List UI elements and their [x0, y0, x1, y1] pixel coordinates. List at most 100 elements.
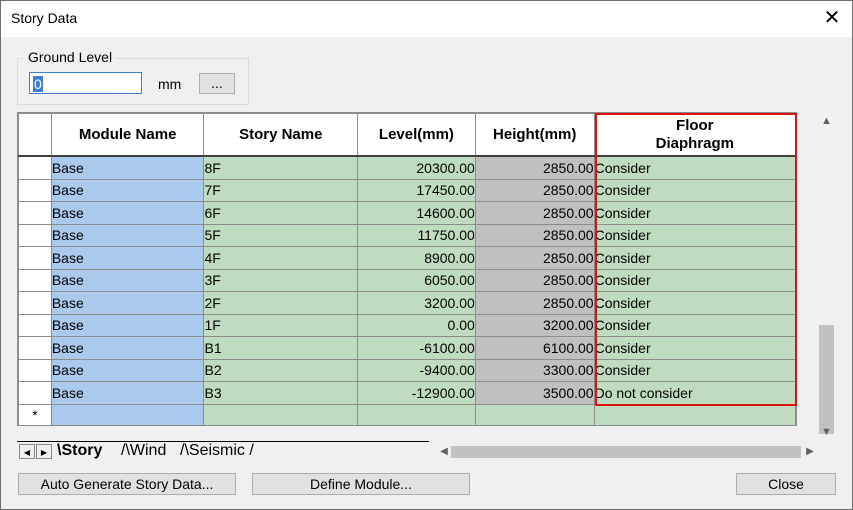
cell-floor-diaphragm[interactable]: Consider: [593, 223, 796, 247]
cell-module-name[interactable]: Base: [50, 201, 205, 225]
cell-height[interactable]: 2850.00: [474, 291, 595, 315]
cell-story-name[interactable]: 1F: [203, 313, 359, 337]
cell-story-name[interactable]: 6F: [203, 201, 359, 225]
cell-story-name[interactable]: 3F: [203, 268, 359, 292]
new-cell-height[interactable]: [474, 403, 595, 425]
header-floor-diaphragm[interactable]: Floor Diaphragm: [593, 113, 796, 157]
cell-level[interactable]: 0.00: [357, 313, 476, 337]
scroll-right-icon[interactable]: ▶: [803, 444, 817, 459]
vertical-scrollbar[interactable]: ▲ ▼: [817, 112, 836, 442]
cell-floor-diaphragm[interactable]: Consider: [593, 313, 796, 337]
cell-module-name[interactable]: Base: [50, 336, 205, 360]
vertical-scroll-thumb[interactable]: [819, 325, 834, 434]
header-module-name[interactable]: Module Name: [50, 113, 205, 157]
cell-height[interactable]: 2850.00: [474, 155, 595, 180]
cell-story-name[interactable]: 5F: [203, 223, 359, 247]
row-header[interactable]: [18, 246, 52, 270]
cell-floor-diaphragm[interactable]: Consider: [593, 358, 796, 382]
cell-story-name[interactable]: 8F: [203, 155, 359, 180]
cell-module-name[interactable]: Base: [50, 313, 205, 337]
tab-story-label: Story: [61, 442, 103, 459]
cell-story-name[interactable]: B3: [203, 381, 359, 405]
row-header[interactable]: [18, 336, 52, 360]
cell-floor-diaphragm[interactable]: Consider: [593, 246, 796, 270]
cell-module-name[interactable]: Base: [50, 246, 205, 270]
cell-height[interactable]: 2850.00: [474, 201, 595, 225]
row-header[interactable]: [18, 358, 52, 382]
cell-module-name[interactable]: Base: [50, 268, 205, 292]
cell-module-name[interactable]: Base: [50, 178, 205, 202]
new-cell-floor[interactable]: [593, 403, 796, 425]
scroll-down-icon[interactable]: ▼: [817, 423, 836, 441]
header-height[interactable]: Height(mm): [474, 113, 595, 157]
cell-story-name[interactable]: B1: [203, 336, 359, 360]
ground-level-browse-button[interactable]: ...: [199, 73, 235, 94]
cell-level[interactable]: 17450.00: [357, 178, 476, 202]
cell-floor-diaphragm[interactable]: Consider: [593, 291, 796, 315]
row-header[interactable]: [18, 381, 52, 405]
new-cell-level[interactable]: [357, 403, 476, 425]
cell-height[interactable]: 3500.00: [474, 381, 595, 405]
header-level[interactable]: Level(mm): [357, 113, 476, 157]
scroll-up-icon[interactable]: ▲: [817, 112, 836, 130]
cell-story-name[interactable]: 7F: [203, 178, 359, 202]
table-row: Base 8F 20300.00 2850.00 Consider: [18, 155, 796, 180]
cell-floor-diaphragm[interactable]: Consider: [593, 155, 796, 180]
cell-floor-diaphragm[interactable]: Do not consider: [593, 381, 796, 405]
cell-story-name[interactable]: 4F: [203, 246, 359, 270]
cell-level[interactable]: 8900.00: [357, 246, 476, 270]
cell-level[interactable]: -12900.00: [357, 381, 476, 405]
row-header[interactable]: [18, 291, 52, 315]
cell-height[interactable]: 2850.00: [474, 246, 595, 270]
tab-prev-icon[interactable]: ◀: [19, 444, 35, 459]
define-module-button[interactable]: Define Module...: [252, 473, 470, 495]
tab-wind[interactable]: /\Wind: [121, 441, 166, 461]
cell-module-name[interactable]: Base: [50, 381, 205, 405]
header-story-name[interactable]: Story Name: [203, 113, 359, 157]
cell-story-name[interactable]: B2: [203, 358, 359, 382]
cell-height[interactable]: 3300.00: [474, 358, 595, 382]
cell-floor-diaphragm[interactable]: Consider: [593, 268, 796, 292]
cell-level[interactable]: -6100.00: [357, 336, 476, 360]
cell-height[interactable]: 2850.00: [474, 223, 595, 247]
table-row: Base 7F 17450.00 2850.00 Consider: [18, 178, 796, 202]
row-header[interactable]: [18, 268, 52, 292]
cell-height[interactable]: 3200.00: [474, 313, 595, 337]
cell-level[interactable]: 3200.00: [357, 291, 476, 315]
new-row-marker[interactable]: *: [18, 403, 52, 425]
new-cell-story[interactable]: [203, 403, 359, 425]
cell-height[interactable]: 2850.00: [474, 268, 595, 292]
row-header[interactable]: [18, 313, 52, 337]
cell-module-name[interactable]: Base: [50, 155, 205, 180]
cell-height[interactable]: 2850.00: [474, 178, 595, 202]
row-header[interactable]: [18, 178, 52, 202]
cell-module-name[interactable]: Base: [50, 223, 205, 247]
cell-floor-diaphragm[interactable]: Consider: [593, 336, 796, 360]
cell-level[interactable]: -9400.00: [357, 358, 476, 382]
scroll-left-icon[interactable]: ◀: [437, 444, 451, 459]
close-icon[interactable]: ✕: [820, 6, 844, 30]
cell-module-name[interactable]: Base: [50, 358, 205, 382]
table-row: Base 3F 6050.00 2850.00 Consider: [18, 268, 796, 292]
tab-seismic[interactable]: /\Seismic /: [180, 441, 254, 461]
row-header[interactable]: [18, 223, 52, 247]
cell-level[interactable]: 11750.00: [357, 223, 476, 247]
cell-floor-diaphragm[interactable]: Consider: [593, 201, 796, 225]
ground-level-input[interactable]: 0: [29, 72, 142, 94]
new-cell-module[interactable]: [50, 403, 205, 425]
row-header[interactable]: [18, 201, 52, 225]
tab-story[interactable]: \Story: [57, 441, 102, 461]
horizontal-scrollbar[interactable]: ◀ ▶: [437, 444, 817, 459]
close-button[interactable]: Close: [736, 473, 836, 495]
cell-module-name[interactable]: Base: [50, 291, 205, 315]
cell-level[interactable]: 6050.00: [357, 268, 476, 292]
cell-height[interactable]: 6100.00: [474, 336, 595, 360]
cell-story-name[interactable]: 2F: [203, 291, 359, 315]
cell-level[interactable]: 20300.00: [357, 155, 476, 180]
horizontal-scroll-thumb[interactable]: [451, 446, 801, 458]
tab-next-icon[interactable]: ▶: [36, 444, 52, 459]
row-header[interactable]: [18, 155, 52, 180]
cell-level[interactable]: 14600.00: [357, 201, 476, 225]
auto-generate-story-data-button[interactable]: Auto Generate Story Data...: [18, 473, 236, 495]
cell-floor-diaphragm[interactable]: Consider: [593, 178, 796, 202]
